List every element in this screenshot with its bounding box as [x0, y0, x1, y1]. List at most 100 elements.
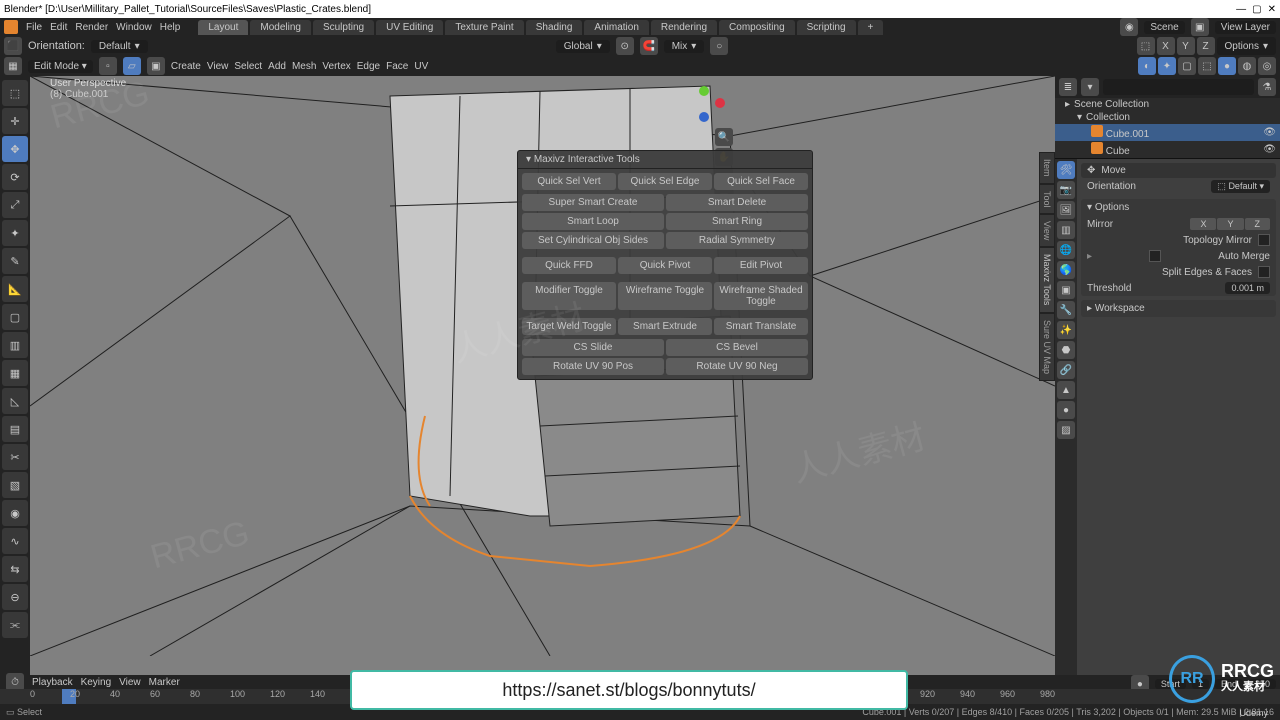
- z-axis[interactable]: Z: [1197, 37, 1215, 55]
- npanel-tab-sureuv[interactable]: Sure UV Map: [1039, 313, 1055, 381]
- rotate-uv-90-pos-button[interactable]: Rotate UV 90 Pos: [522, 358, 664, 375]
- prop-tab-scene[interactable]: 🌐: [1057, 241, 1075, 259]
- npanel-tab-view[interactable]: View: [1039, 214, 1055, 247]
- overlay-toggle-icon[interactable]: ◐: [1138, 57, 1156, 75]
- tool-annotate[interactable]: ✎: [2, 248, 28, 274]
- editmode-icon[interactable]: ▦: [4, 57, 22, 75]
- threshold-field[interactable]: 0.001 m: [1225, 282, 1270, 294]
- orientation-dropdown[interactable]: ⬚ Default ▾: [1211, 180, 1270, 193]
- smart-loop-button[interactable]: Smart Loop: [522, 213, 664, 230]
- tab-layout[interactable]: Layout: [198, 20, 248, 35]
- quick-sel-face-button[interactable]: Quick Sel Face: [714, 173, 808, 190]
- tab-animation[interactable]: Animation: [584, 20, 648, 35]
- prop-tab-constraints[interactable]: 🔗: [1057, 361, 1075, 379]
- tool-rip[interactable]: ⫘: [2, 612, 28, 638]
- tab-scripting[interactable]: Scripting: [797, 20, 856, 35]
- npanel-tab-maxivz[interactable]: Maxivz Tools: [1039, 247, 1055, 312]
- menu-uv[interactable]: UV: [414, 61, 428, 72]
- outliner-scene-collection[interactable]: ▸ Scene Collection: [1055, 98, 1280, 111]
- xray-icon[interactable]: ▢: [1178, 57, 1196, 75]
- tool-loopcut[interactable]: ▤: [2, 416, 28, 442]
- npanel-tab-tool[interactable]: Tool: [1039, 184, 1055, 215]
- tool-bevel[interactable]: ◺: [2, 388, 28, 414]
- prop-tab-material[interactable]: ●: [1057, 401, 1075, 419]
- menu-help[interactable]: Help: [160, 22, 181, 33]
- prop-tab-tool[interactable]: 🛠: [1057, 161, 1075, 179]
- minimize-icon[interactable]: —: [1236, 4, 1246, 15]
- options-header[interactable]: ▾ Options: [1081, 199, 1276, 216]
- menu-edit[interactable]: Edit: [50, 22, 67, 33]
- viewlayer-field[interactable]: View Layer: [1215, 21, 1276, 34]
- smart-extrude-button[interactable]: Smart Extrude: [618, 318, 712, 335]
- prop-tab-render[interactable]: 📷: [1057, 181, 1075, 199]
- radial-symmetry-button[interactable]: Radial Symmetry: [666, 232, 808, 249]
- tab-modeling[interactable]: Modeling: [250, 20, 311, 35]
- tab-shading[interactable]: Shading: [526, 20, 583, 35]
- maximize-icon[interactable]: ▢: [1252, 4, 1261, 15]
- pivot-icon[interactable]: ⊙: [616, 37, 634, 55]
- snap-mode-dropdown[interactable]: Mix▾: [664, 40, 705, 53]
- mirror-y[interactable]: Y: [1217, 218, 1243, 230]
- shading-wire-icon[interactable]: ⬚: [1198, 57, 1216, 75]
- filter-icon[interactable]: ⚗: [1258, 78, 1276, 96]
- menu-view[interactable]: View: [207, 61, 229, 72]
- mirror-x[interactable]: X: [1190, 218, 1216, 230]
- topology-mirror-checkbox[interactable]: [1258, 234, 1270, 246]
- menu-select[interactable]: Select: [234, 61, 262, 72]
- shading-solid-icon[interactable]: ●: [1218, 57, 1236, 75]
- prop-tab-data[interactable]: ▲: [1057, 381, 1075, 399]
- axis-z-icon[interactable]: [699, 112, 709, 122]
- menu-face[interactable]: Face: [386, 61, 408, 72]
- shading-render-icon[interactable]: ◎: [1258, 57, 1276, 75]
- tool-polybuild[interactable]: ▧: [2, 472, 28, 498]
- smart-delete-button[interactable]: Smart Delete: [666, 194, 808, 211]
- smart-ring-button[interactable]: Smart Ring: [666, 213, 808, 230]
- menu-render[interactable]: Render: [75, 22, 108, 33]
- tl-menu-playback[interactable]: Playback: [32, 677, 73, 688]
- tool-transform[interactable]: ✦: [2, 220, 28, 246]
- scene-icon[interactable]: ◉: [1120, 18, 1138, 36]
- zoom-icon[interactable]: 🔍: [715, 128, 733, 146]
- menu-add[interactable]: Add: [268, 61, 286, 72]
- tab-add[interactable]: +: [858, 20, 884, 35]
- editor-type-icon[interactable]: ⬛: [4, 37, 22, 55]
- wireframe-toggle-button[interactable]: Wireframe Toggle: [618, 282, 712, 310]
- tool-smooth[interactable]: ∿: [2, 528, 28, 554]
- start-field[interactable]: 1: [1192, 679, 1209, 689]
- split-edges-checkbox[interactable]: [1258, 266, 1270, 278]
- vertex-select-icon[interactable]: ▫: [99, 57, 117, 75]
- prop-tab-particles[interactable]: ✨: [1057, 321, 1075, 339]
- cs-slide-button[interactable]: CS Slide: [522, 339, 664, 356]
- rotate-uv-90-neg-button[interactable]: Rotate UV 90 Neg: [666, 358, 808, 375]
- smart-translate-button[interactable]: Smart Translate: [714, 318, 808, 335]
- tool-knife[interactable]: ✂: [2, 444, 28, 470]
- quick-sel-edge-button[interactable]: Quick Sel Edge: [618, 173, 712, 190]
- outliner-item-cube[interactable]: Cube 👁: [1055, 141, 1280, 158]
- outliner-item-cube001[interactable]: Cube.001 👁: [1055, 124, 1280, 141]
- auto-merge-checkbox[interactable]: [1149, 250, 1161, 262]
- maxivz-panel-header[interactable]: ▾ Maxivz Interactive Tools: [518, 151, 812, 169]
- edge-select-icon[interactable]: ▱: [123, 57, 141, 75]
- wireframe-shaded-toggle-button[interactable]: Wireframe Shaded Toggle: [714, 282, 808, 310]
- quick-pivot-button[interactable]: Quick Pivot: [618, 257, 712, 274]
- outliner-collection[interactable]: ▾ Collection: [1055, 111, 1280, 124]
- cs-bevel-button[interactable]: CS Bevel: [666, 339, 808, 356]
- tool-edge-slide[interactable]: ⇆: [2, 556, 28, 582]
- edit-pivot-button[interactable]: Edit Pivot: [714, 257, 808, 274]
- tab-rendering[interactable]: Rendering: [651, 20, 717, 35]
- tab-uv-editing[interactable]: UV Editing: [376, 20, 443, 35]
- tool-measure[interactable]: 📐: [2, 276, 28, 302]
- scene-field[interactable]: Scene: [1144, 21, 1184, 34]
- options-dropdown[interactable]: Options▾: [1217, 37, 1277, 55]
- quick-sel-vert-button[interactable]: Quick Sel Vert: [522, 173, 616, 190]
- target-weld-toggle-button[interactable]: Target Weld Toggle: [522, 318, 616, 335]
- prop-tab-object[interactable]: ▣: [1057, 281, 1075, 299]
- prop-tab-texture[interactable]: ▨: [1057, 421, 1075, 439]
- tab-sculpting[interactable]: Sculpting: [313, 20, 374, 35]
- orientation-dropdown[interactable]: Default ▾: [91, 40, 148, 53]
- prop-tab-physics[interactable]: ⬣: [1057, 341, 1075, 359]
- set-cyl-obj-sides-button[interactable]: Set Cylindrical Obj Sides: [522, 232, 664, 249]
- prop-tab-viewlayer[interactable]: ▥: [1057, 221, 1075, 239]
- workspace-header[interactable]: ▸ Workspace: [1081, 300, 1276, 317]
- tl-menu-view[interactable]: View: [119, 677, 141, 688]
